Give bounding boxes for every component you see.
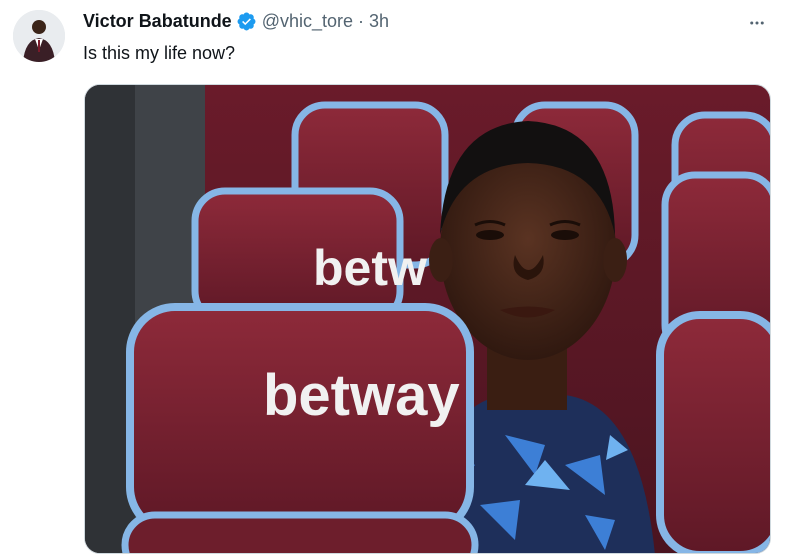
- seat-front-right: [656, 311, 770, 553]
- tweet-header: Victor Babatunde @vhic_tore · 3h: [83, 11, 389, 32]
- author-handle[interactable]: @vhic_tore: [262, 11, 353, 32]
- seat-branding-back: betw: [313, 240, 427, 296]
- tweet-text: Is this my life now?: [83, 43, 236, 63]
- seat-middle-left: betw: [191, 187, 427, 325]
- timestamp[interactable]: 3h: [369, 11, 389, 32]
- author-display-name[interactable]: Victor Babatunde: [83, 11, 232, 32]
- seat-branding-front: betway: [263, 363, 460, 428]
- separator-dot: ·: [358, 11, 365, 31]
- avatar[interactable]: [13, 10, 65, 62]
- more-options-button[interactable]: [742, 8, 772, 38]
- tweet-media-photo[interactable]: betw betway: [84, 84, 771, 554]
- media-photo: betw betway: [85, 85, 770, 553]
- seat-front-left: betway: [121, 303, 479, 553]
- verified-badge-icon: [236, 11, 257, 32]
- avatar-image: [13, 10, 65, 62]
- more-dots-icon: [750, 21, 764, 25]
